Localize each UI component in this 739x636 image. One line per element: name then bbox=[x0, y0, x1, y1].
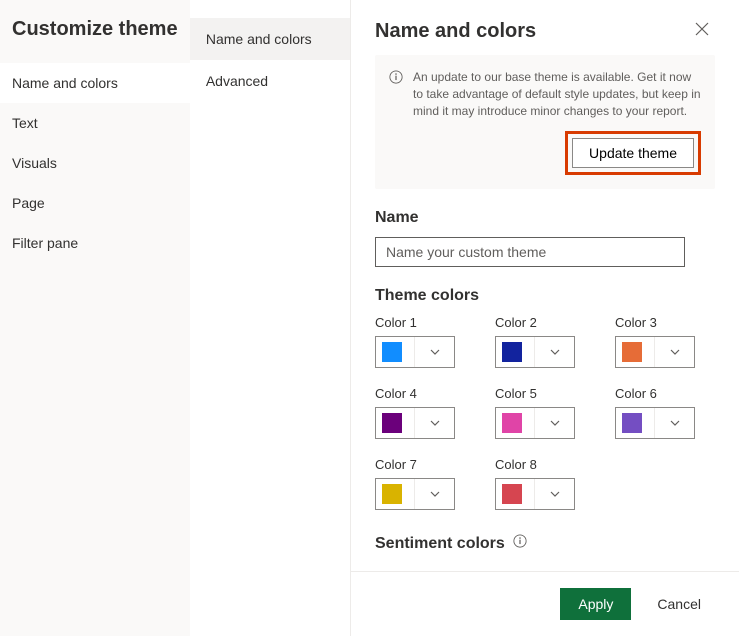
sentiment-colors-heading: Sentiment colors bbox=[375, 535, 505, 553]
chevron-down-icon bbox=[534, 408, 574, 438]
color-slot: Color 7 bbox=[375, 457, 475, 510]
sub-nav-item[interactable]: Advanced bbox=[190, 60, 350, 102]
color-label: Color 8 bbox=[495, 457, 595, 472]
chevron-down-icon bbox=[534, 479, 574, 509]
color-slot: Color 1 bbox=[375, 315, 475, 368]
color-swatch bbox=[382, 342, 402, 362]
sub-nav: Name and colorsAdvanced bbox=[190, 0, 350, 636]
sub-nav-item[interactable]: Name and colors bbox=[190, 18, 350, 60]
color-picker[interactable] bbox=[495, 478, 575, 510]
color-swatch bbox=[622, 342, 642, 362]
left-sidebar: Customize theme Name and colorsTextVisua… bbox=[0, 0, 190, 636]
apply-button[interactable]: Apply bbox=[560, 588, 631, 620]
color-slot: Color 4 bbox=[375, 386, 475, 439]
sidebar-item[interactable]: Name and colors bbox=[0, 63, 190, 103]
color-picker[interactable] bbox=[495, 336, 575, 368]
color-label: Color 4 bbox=[375, 386, 475, 401]
color-slot: Color 6 bbox=[615, 386, 715, 439]
color-slot: Color 2 bbox=[495, 315, 595, 368]
color-swatch bbox=[622, 413, 642, 433]
page-title: Customize theme bbox=[12, 18, 190, 41]
color-picker[interactable] bbox=[615, 407, 695, 439]
color-label: Color 2 bbox=[495, 315, 595, 330]
color-swatch bbox=[502, 342, 522, 362]
color-slot: Color 3 bbox=[615, 315, 715, 368]
chevron-down-icon bbox=[414, 479, 454, 509]
color-slot: Color 8 bbox=[495, 457, 595, 510]
info-banner: An update to our base theme is available… bbox=[375, 55, 715, 189]
name-heading: Name bbox=[375, 209, 715, 227]
close-icon[interactable] bbox=[695, 22, 715, 42]
color-picker[interactable] bbox=[495, 407, 575, 439]
color-picker[interactable] bbox=[375, 336, 455, 368]
panel: Name and colors An update to our base th… bbox=[350, 0, 739, 636]
color-label: Color 7 bbox=[375, 457, 475, 472]
color-slot: Color 5 bbox=[495, 386, 595, 439]
cancel-button[interactable]: Cancel bbox=[643, 588, 715, 620]
theme-name-input[interactable] bbox=[375, 237, 685, 267]
tutorial-highlight: Update theme bbox=[565, 131, 701, 175]
chevron-down-icon bbox=[654, 337, 694, 367]
info-icon bbox=[389, 70, 403, 119]
color-swatch bbox=[382, 484, 402, 504]
info-icon[interactable] bbox=[513, 534, 527, 553]
color-picker[interactable] bbox=[375, 407, 455, 439]
color-label: Color 6 bbox=[615, 386, 715, 401]
color-label: Color 1 bbox=[375, 315, 475, 330]
color-picker[interactable] bbox=[375, 478, 455, 510]
chevron-down-icon bbox=[414, 337, 454, 367]
sidebar-item[interactable]: Page bbox=[0, 183, 190, 223]
theme-colors-heading: Theme colors bbox=[375, 287, 715, 305]
color-picker[interactable] bbox=[615, 336, 695, 368]
color-label: Color 3 bbox=[615, 315, 715, 330]
panel-footer: Apply Cancel bbox=[351, 571, 739, 636]
chevron-down-icon bbox=[534, 337, 574, 367]
color-swatch bbox=[502, 484, 522, 504]
chevron-down-icon bbox=[414, 408, 454, 438]
sidebar-item[interactable]: Visuals bbox=[0, 143, 190, 183]
info-text: An update to our base theme is available… bbox=[413, 69, 701, 119]
sidebar-item[interactable]: Text bbox=[0, 103, 190, 143]
sidebar-item[interactable]: Filter pane bbox=[0, 223, 190, 263]
panel-title: Name and colors bbox=[375, 20, 536, 43]
color-swatch bbox=[502, 413, 522, 433]
chevron-down-icon bbox=[654, 408, 694, 438]
color-swatch bbox=[382, 413, 402, 433]
color-label: Color 5 bbox=[495, 386, 595, 401]
update-theme-button[interactable]: Update theme bbox=[572, 138, 694, 168]
